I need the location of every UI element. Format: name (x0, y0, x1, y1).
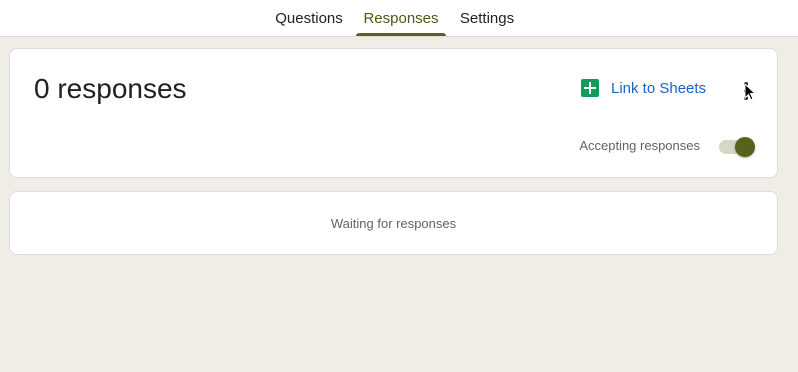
response-count: 0 responses (34, 73, 187, 104)
waiting-card: Waiting for responses (9, 191, 778, 255)
toggle-thumb (735, 137, 755, 157)
google-sheets-icon (581, 79, 599, 97)
tab-settings[interactable]: Settings (452, 0, 522, 36)
waiting-message: Waiting for responses (330, 216, 457, 231)
active-tab-indicator (356, 33, 446, 36)
responses-summary-card: 0 responses Link to Sheets Accepting res… (9, 48, 778, 178)
accepting-responses-label: Accepting responses (579, 138, 700, 153)
tab-label: Questions (275, 9, 343, 27)
tab-label: Responses (363, 9, 439, 27)
tab-questions[interactable]: Questions (268, 0, 350, 36)
tab-label: Settings (459, 9, 515, 27)
accepting-responses-toggle[interactable] (717, 136, 755, 157)
mouse-pointer-icon (744, 83, 756, 101)
tab-bar: Questions Responses Settings (0, 0, 798, 37)
link-to-sheets-button[interactable]: Link to Sheets (581, 79, 706, 97)
link-to-sheets-label: Link to Sheets (611, 79, 707, 97)
tab-responses[interactable]: Responses (356, 0, 446, 36)
